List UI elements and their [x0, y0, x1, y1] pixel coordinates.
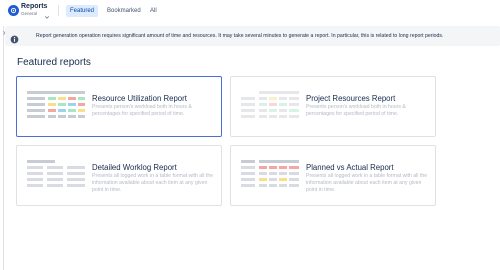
- info-circle-icon: [10, 31, 19, 44]
- info-banner: Report generation operation requires sig…: [5, 26, 500, 46]
- card-title: Resource Utilization Report: [92, 94, 187, 103]
- top-header: Reports General Featured Bookmarked All: [0, 0, 500, 22]
- report-card-detailed-worklog[interactable]: Detailed Worklog Report Presents all log…: [16, 145, 222, 206]
- card-description: Presents all logged work in a table form…: [306, 173, 428, 193]
- report-thumbnail-icon: [241, 160, 299, 187]
- chevron-down-icon[interactable]: [44, 7, 50, 19]
- sidebar-rail: [3, 26, 4, 270]
- card-description: Presents person's workload both in hours…: [92, 104, 192, 117]
- app-subtitle: General: [21, 11, 38, 16]
- featured-reports-title: Featured reports: [17, 57, 91, 68]
- report-thumbnail-icon: [27, 160, 85, 187]
- report-thumbnail-icon: [27, 91, 85, 118]
- tab-bookmarked[interactable]: Bookmarked: [103, 5, 143, 17]
- card-description: Presents all logged work in a table form…: [92, 173, 214, 193]
- tab-featured[interactable]: Featured: [66, 5, 98, 17]
- report-card-project-resources[interactable]: Project Resources Report Presents person…: [230, 76, 436, 137]
- reports-app-icon[interactable]: [8, 5, 19, 16]
- card-description: Presents person's workload both in hours…: [306, 104, 406, 117]
- card-title: Planned vs Actual Report: [306, 163, 394, 172]
- report-thumbnail-icon: [241, 91, 299, 118]
- card-title: Detailed Worklog Report: [92, 163, 177, 172]
- banner-message: Report generation operation requires sig…: [36, 33, 444, 39]
- report-card-planned-vs-actual[interactable]: Planned vs Actual Report Presents all lo…: [230, 145, 436, 206]
- tab-all[interactable]: All: [146, 5, 160, 17]
- header-divider: [58, 5, 59, 16]
- report-card-resource-utilization[interactable]: Resource Utilization Report Presents per…: [16, 76, 222, 137]
- card-title: Project Resources Report: [306, 94, 396, 103]
